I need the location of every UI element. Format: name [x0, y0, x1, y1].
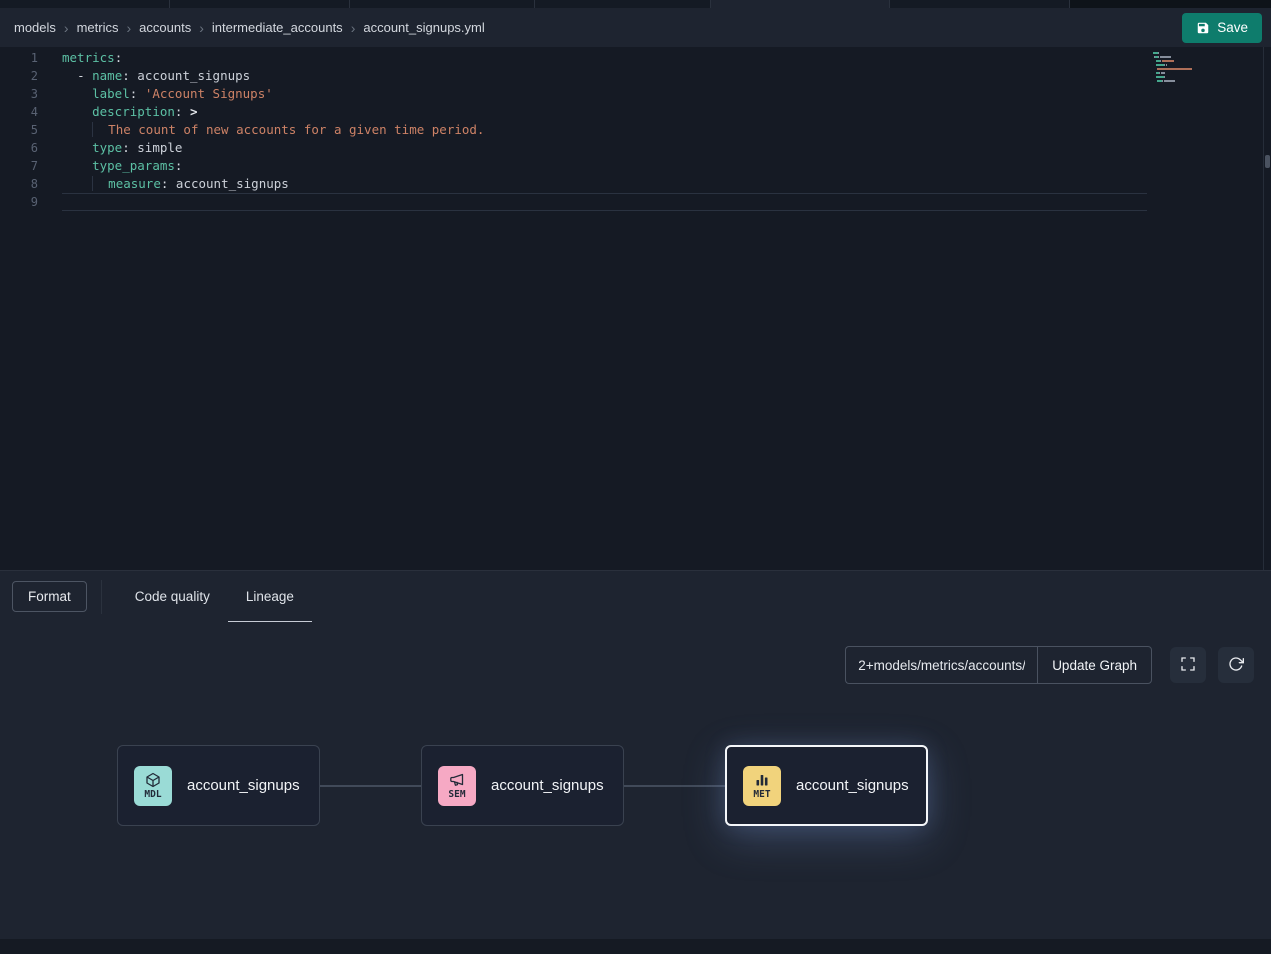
lineage-canvas[interactable]: Update Graph MDL account_signups SEM accoun…: [0, 622, 1271, 954]
node-label: account_signups: [187, 777, 300, 794]
chevron-right-icon: ›: [126, 21, 131, 35]
refresh-icon: [1228, 656, 1244, 675]
editor-tab[interactable]: [0, 0, 170, 8]
chevron-right-icon: ›: [351, 21, 356, 35]
cube-icon: MDL: [134, 766, 172, 806]
lineage-node-mdl[interactable]: MDL account_signups: [117, 745, 320, 826]
editor-tab[interactable]: [350, 0, 535, 8]
lineage-edge: [320, 785, 422, 787]
refresh-button[interactable]: [1218, 647, 1254, 683]
chevron-right-icon: ›: [199, 21, 204, 35]
code-line[interactable]: 9: [0, 193, 1271, 211]
editor-tab[interactable]: [535, 0, 711, 8]
format-button[interactable]: Format: [12, 581, 87, 612]
editor-tab[interactable]: [890, 0, 1070, 8]
line-number: 7: [0, 157, 38, 175]
node-type-badge: MDL: [144, 790, 161, 800]
breadcrumb-item[interactable]: account_signups.yml: [363, 20, 484, 35]
editor-scrollbar-thumb[interactable]: [1265, 155, 1270, 168]
megaphone-icon: SEM: [438, 766, 476, 806]
save-label: Save: [1217, 20, 1248, 35]
code-text: metrics:: [38, 49, 122, 67]
fullscreen-icon: [1180, 656, 1196, 675]
chart-icon: MET: [743, 766, 781, 806]
line-number: 2: [0, 67, 38, 85]
breadcrumb-item[interactable]: accounts: [139, 20, 191, 35]
panel-tabs: Code qualityLineage: [117, 571, 312, 623]
code-line[interactable]: 8 measure: account_signups: [0, 175, 1271, 193]
code-text: measure: account_signups: [38, 175, 289, 193]
line-number: 3: [0, 85, 38, 103]
line-number: 6: [0, 139, 38, 157]
editor-tab-strip: [0, 0, 1271, 8]
code-line[interactable]: 3 label: 'Account Signups': [0, 85, 1271, 103]
breadcrumb: models › metrics › accounts › intermediate_acc…: [14, 20, 485, 35]
code-text: The count of new accounts for a given ti…: [38, 121, 484, 139]
code-text: [38, 193, 62, 211]
lineage-node-met[interactable]: MET account_signups: [725, 745, 928, 826]
line-number: 9: [0, 193, 38, 211]
code-line[interactable]: 2 - name: account_signups: [0, 67, 1271, 85]
breadcrumb-item[interactable]: intermediate_accounts: [212, 20, 343, 35]
code-lines: 1metrics:2 - name: account_signups3 labe…: [0, 49, 1271, 211]
code-text: type_params:: [38, 157, 182, 175]
node-type-badge: MET: [753, 790, 770, 800]
save-icon: [1196, 21, 1210, 35]
panel-divider: [101, 580, 102, 614]
editor-tab[interactable]: [170, 0, 350, 8]
tab-code-quality[interactable]: Code quality: [117, 571, 228, 623]
tab-lineage[interactable]: Lineage: [228, 571, 312, 623]
code-line[interactable]: 1metrics:: [0, 49, 1271, 67]
ide-window: models › metrics › accounts › intermediate_acc…: [0, 0, 1271, 954]
node-type-badge: SEM: [448, 790, 465, 800]
lineage-node-sem[interactable]: SEM account_signups: [421, 745, 624, 826]
code-text: - name: account_signups: [38, 67, 250, 85]
code-line[interactable]: 6 type: simple: [0, 139, 1271, 157]
lineage-controls: Update Graph: [845, 646, 1254, 684]
line-number: 5: [0, 121, 38, 139]
lineage-selector-input[interactable]: [845, 646, 1037, 684]
editor-tab-active[interactable]: [711, 0, 890, 8]
editor-tab[interactable]: [1070, 0, 1271, 8]
fullscreen-button[interactable]: [1170, 647, 1206, 683]
editor-scrollbar[interactable]: [1263, 47, 1271, 570]
canvas-bottom-strip: [0, 939, 1271, 954]
update-graph-button[interactable]: Update Graph: [1037, 646, 1152, 684]
line-number: 8: [0, 175, 38, 193]
line-number: 1: [0, 49, 38, 67]
breadcrumb-item[interactable]: metrics: [77, 20, 119, 35]
code-line[interactable]: 4 description: >: [0, 103, 1271, 121]
chevron-right-icon: ›: [64, 21, 69, 35]
breadcrumb-item[interactable]: models: [14, 20, 56, 35]
code-text: description: >: [38, 103, 198, 121]
minimap: [1153, 52, 1213, 88]
node-label: account_signups: [796, 777, 909, 794]
file-header: models › metrics › accounts › intermediate_acc…: [0, 8, 1271, 47]
code-editor[interactable]: 1metrics:2 - name: account_signups3 labe…: [0, 47, 1271, 570]
code-line[interactable]: 7 type_params:: [0, 157, 1271, 175]
bottom-panel-header: Format Code qualityLineage: [0, 570, 1271, 622]
node-label: account_signups: [491, 777, 604, 794]
code-text: type: simple: [38, 139, 182, 157]
code-line[interactable]: 5 The count of new accounts for a given …: [0, 121, 1271, 139]
line-number: 4: [0, 103, 38, 121]
save-button[interactable]: Save: [1182, 13, 1262, 43]
lineage-edge: [624, 785, 727, 787]
code-text: label: 'Account Signups': [38, 85, 273, 103]
